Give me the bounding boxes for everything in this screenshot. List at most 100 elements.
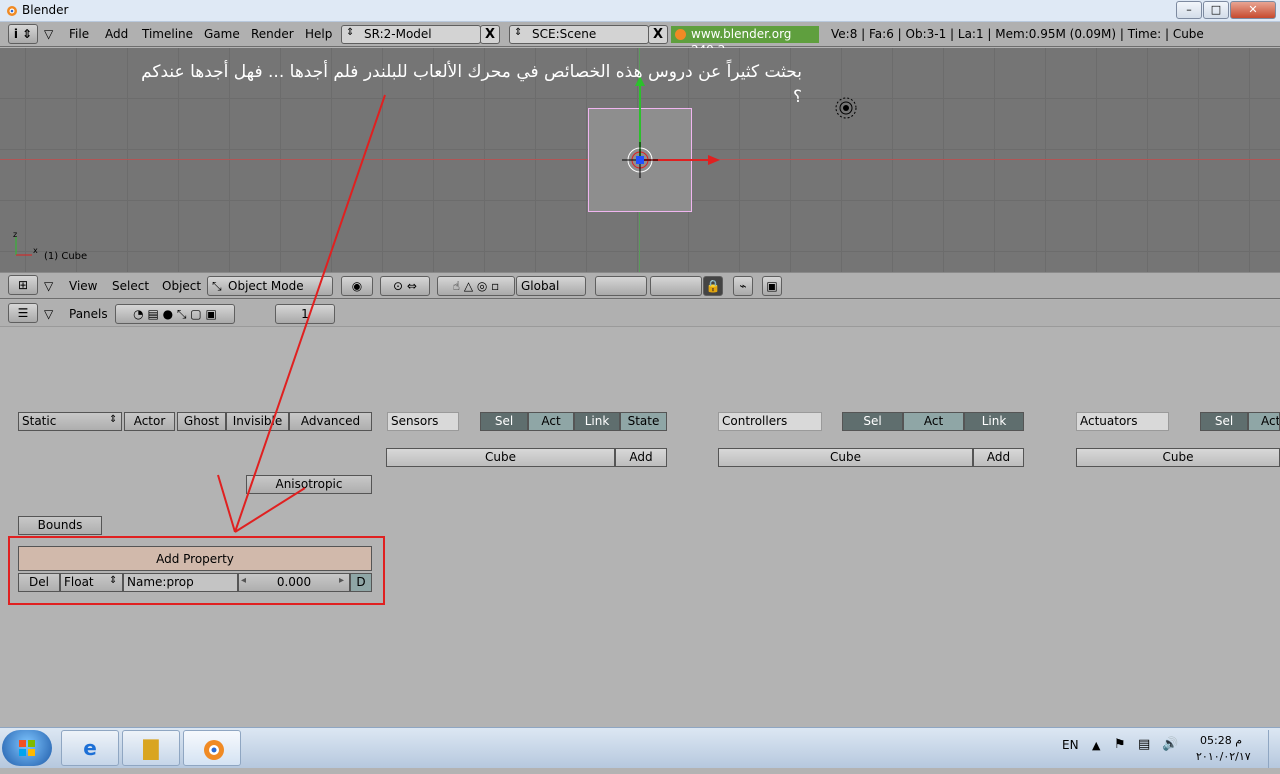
clock-date[interactable]: ٢٠١٠/٠٢/١٧ [1196, 750, 1251, 763]
menu-view[interactable]: View [69, 279, 97, 293]
panels-label: Panels [69, 307, 108, 321]
menu-object[interactable]: Object [162, 279, 201, 293]
show-desktop-button[interactable] [1268, 730, 1280, 768]
sensors-object-name[interactable]: Cube [386, 448, 615, 467]
buttons-window-icon: ☰ [17, 306, 29, 320]
anisotropic-toggle[interactable]: Anisotropic [246, 475, 372, 494]
snap-icon[interactable]: ⌁ [733, 276, 753, 296]
screen-name: SR:2-Model [364, 27, 432, 41]
editor-type-info-button[interactable]: i ⇕ [8, 24, 38, 44]
file-explorer-taskbar-button[interactable]: ▇ [122, 730, 180, 766]
context-icons: ◔ ▤ ● ⤡ ▢ ▣ [133, 307, 217, 321]
invisible-toggle[interactable]: Invisible [226, 412, 289, 431]
start-button[interactable] [2, 730, 52, 766]
sensors-link-tab[interactable]: Link [574, 412, 620, 431]
info-icon: i ⇕ [13, 27, 33, 41]
editor-type-buttons-button[interactable]: ☰ [8, 303, 38, 323]
actuators-act-tab[interactable]: Act [1248, 412, 1280, 431]
manipulator-icons: ☝ △ ◎ ▫ [452, 279, 500, 293]
mode-value: Object Mode [228, 279, 304, 293]
layers-row-2[interactable] [650, 276, 702, 296]
physics-type-selector[interactable]: Static [18, 412, 122, 431]
menu-help[interactable]: Help [305, 27, 332, 41]
actor-toggle[interactable]: Actor [124, 412, 175, 431]
advanced-button[interactable]: Advanced [289, 412, 372, 431]
scene-stats: Ve:8 | Fa:6 | Ob:3-1 | La:1 | Mem:0.95M … [831, 27, 1204, 41]
menu-timeline[interactable]: Timeline [142, 27, 193, 41]
layers-row-1[interactable] [595, 276, 647, 296]
physics-type-value: Static [22, 414, 57, 428]
controllers-link-tab[interactable]: Link [964, 412, 1024, 431]
axis-z-label: z [13, 231, 17, 239]
collapse-menu-triangle-icon[interactable]: ▽ [44, 307, 53, 321]
orientation-value: Global [521, 279, 560, 293]
delete-screen-button[interactable]: X [480, 25, 500, 44]
render-icon[interactable]: ▣ [762, 276, 782, 296]
controllers-object-name[interactable]: Cube [718, 448, 973, 467]
draw-type-button[interactable]: ◉ [341, 276, 373, 296]
annotation-highlight-box [8, 536, 385, 605]
bounds-toggle[interactable]: Bounds [18, 516, 102, 535]
lock-layers-icon[interactable]: 🔒 [703, 276, 723, 296]
sensors-sel-tab[interactable]: Sel [480, 412, 528, 431]
blender-website-link[interactable]: www.blender.org 249.2 [671, 26, 819, 57]
blender-logo-icon [675, 29, 686, 40]
controllers-sel-tab[interactable]: Sel [842, 412, 903, 431]
blender-taskbar-button[interactable] [183, 730, 241, 766]
editor-type-3dview-button[interactable]: ⊞ [8, 275, 38, 295]
clock-time[interactable]: 05:28 م [1200, 734, 1242, 747]
frame-counter[interactable]: 1 [275, 304, 335, 324]
minimize-button[interactable]: – [1176, 1, 1202, 19]
blender-icon [204, 740, 224, 760]
add-controller-button[interactable]: Add [973, 448, 1024, 467]
network-icon[interactable]: ▤ [1138, 737, 1150, 752]
close-window-button[interactable]: ✕ [1230, 1, 1276, 19]
logic-panels-area [0, 327, 1280, 727]
axis-x-label: x [33, 246, 38, 255]
actuators-object-name[interactable]: Cube [1076, 448, 1280, 467]
internet-explorer-taskbar-button[interactable]: e [61, 730, 119, 766]
delete-scene-button[interactable]: X [648, 25, 668, 44]
annotation-text: بحثت كثيراً عن دروس هذه الخصائص في محرك … [141, 62, 802, 107]
scene-selector[interactable]: SCE:Scene [509, 25, 649, 44]
shading-icon: ◉ [351, 279, 363, 293]
language-indicator[interactable]: EN [1062, 738, 1079, 752]
3d-viewport[interactable]: بحثت كثيراً عن دروس هذه الخصائص في محرك … [0, 48, 1280, 272]
menu-game[interactable]: Game [204, 27, 240, 41]
maximize-button[interactable]: □ [1203, 1, 1229, 19]
collapse-menu-triangle-icon[interactable]: ▽ [44, 27, 53, 41]
controllers-label: Controllers [718, 412, 822, 431]
context-tabs[interactable]: ◔ ▤ ● ⤡ ▢ ▣ [115, 304, 235, 324]
scene-name: SCE:Scene [532, 27, 597, 41]
sensors-state-tab[interactable]: State [620, 412, 667, 431]
active-object-label: (1) Cube [44, 251, 88, 262]
add-sensor-button[interactable]: Add [615, 448, 667, 467]
volume-icon[interactable]: 🔊 [1162, 737, 1178, 752]
ghost-toggle[interactable]: Ghost [177, 412, 226, 431]
updown-arrows-icon: ⇕ [346, 27, 355, 38]
show-hidden-icons-chevron-icon[interactable]: ▲ [1092, 739, 1100, 752]
sensors-act-tab[interactable]: Act [528, 412, 574, 431]
updown-arrows-icon: ⇕ [109, 414, 118, 425]
object-mode-icon: ⤡ [212, 279, 222, 293]
controllers-act-tab[interactable]: Act [903, 412, 964, 431]
updown-arrows-icon: ⇕ [514, 27, 523, 38]
menu-add[interactable]: Add [105, 27, 128, 41]
pivot-icon: ⊙ ⇔ [393, 279, 417, 293]
action-center-flag-icon[interactable]: ⚑ [1114, 737, 1126, 752]
axis-orientation-icon: z x [13, 231, 38, 256]
windows-logo-icon [19, 740, 35, 756]
menu-file[interactable]: File [69, 27, 89, 41]
lamp-object-icon[interactable] [834, 96, 858, 120]
manipulator-buttons[interactable]: ☝ △ ◎ ▫ [437, 276, 515, 296]
screen-selector[interactable]: SR:2-Model [341, 25, 481, 44]
menu-select[interactable]: Select [112, 279, 149, 293]
actuators-sel-tab[interactable]: Sel [1200, 412, 1248, 431]
mode-selector[interactable]: Object Mode [207, 276, 333, 296]
collapse-menu-triangle-icon[interactable]: ▽ [44, 279, 53, 293]
sensors-label: Sensors [387, 412, 459, 431]
pivot-button[interactable]: ⊙ ⇔ [380, 276, 430, 296]
orientation-selector[interactable]: Global [516, 276, 586, 296]
folder-icon: ▇ [143, 736, 159, 760]
menu-render[interactable]: Render [251, 27, 294, 41]
